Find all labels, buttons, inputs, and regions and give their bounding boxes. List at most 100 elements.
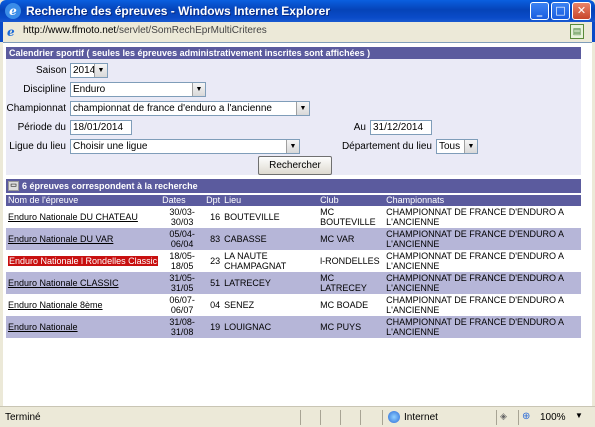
saison-label: Saison <box>36 65 67 76</box>
row-championnats: CHAMPIONNAT DE FRANCE D'ENDURO A L'ANCIE… <box>384 316 581 338</box>
protected-mode-icon[interactable]: ◈ <box>500 411 507 422</box>
zoom-icon[interactable]: ⊕ <box>522 411 530 422</box>
epreuve-link-selected[interactable]: Enduro Nationale l Rondelles Classic <box>8 256 159 266</box>
row-lieu: LATRECEY <box>222 272 319 294</box>
chevron-down-icon: ▼ <box>464 140 477 153</box>
printer-icon[interactable]: ▭ <box>8 181 19 191</box>
results-header: ▭ 6 épreuves correspondent à la recherch… <box>6 179 581 193</box>
row-dates: 06/07-06/07 <box>160 294 205 316</box>
row-lieu: LA NAUTE CHAMPAGNAT <box>222 250 319 272</box>
internet-explorer-icon: e <box>5 3 21 19</box>
row-dpt: 04 <box>204 294 223 316</box>
row-club: MC PUYS <box>318 316 385 338</box>
row-dpt: 83 <box>204 228 223 250</box>
rechercher-button[interactable]: Rechercher <box>258 156 332 175</box>
close-button[interactable]: ✕ <box>572 2 591 20</box>
status-divider <box>382 410 383 425</box>
epreuve-link[interactable]: Enduro Nationale DU VAR <box>8 234 113 244</box>
window-title: Recherche des épreuves - Windows Interne… <box>26 4 330 18</box>
address-bar[interactable]: e http://www.ffmoto.net/servlet/SomRechE… <box>0 22 595 42</box>
row-club: l-RONDELLES <box>318 250 385 272</box>
status-text: Terminé <box>5 412 41 423</box>
chevron-down-icon: ▼ <box>192 83 205 96</box>
row-dpt: 51 <box>204 272 223 294</box>
security-zone: Internet <box>404 412 438 423</box>
chevron-down-icon[interactable]: ▼ <box>575 411 583 420</box>
departement-label: Département du lieu <box>341 141 432 152</box>
col-header-dates: Dates <box>160 195 205 206</box>
periode-label: Période du <box>17 122 66 133</box>
departement-select[interactable]: Tous ▼ <box>436 139 478 154</box>
status-divider <box>518 410 519 425</box>
chevron-down-icon: ▼ <box>94 64 107 77</box>
security-report-icon[interactable]: ▤ <box>570 24 584 39</box>
form-header: Calendrier sportif ( seules les épreuves… <box>6 47 581 59</box>
status-divider <box>320 410 321 425</box>
epreuve-link[interactable]: Enduro Nationale <box>8 322 78 332</box>
address-url[interactable]: http://www.ffmoto.net/servlet/SomRechEpr… <box>23 25 267 36</box>
row-lieu: BOUTEVILLE <box>222 206 319 228</box>
status-divider <box>300 410 301 425</box>
au-label: Au <box>353 122 366 133</box>
table-row: Enduro Nationale DU VAR 05/04-06/04 83 C… <box>6 228 581 250</box>
status-divider <box>360 410 361 425</box>
row-dpt: 23 <box>204 250 223 272</box>
row-lieu: LOUIGNAC <box>222 316 319 338</box>
row-dates: 30/03-30/03 <box>160 206 205 228</box>
results-table: Nom de l'épreuve Dates Dpt Lieu Club Cha… <box>6 195 581 338</box>
table-row: Enduro Nationale 31/08-31/08 19 LOUIGNAC… <box>6 316 581 338</box>
ligue-label: Ligue du lieu <box>9 141 66 152</box>
row-championnats: CHAMPIONNAT DE FRANCE D'ENDURO A L'ANCIE… <box>384 272 581 294</box>
row-lieu: SENEZ <box>222 294 319 316</box>
table-row: Enduro Nationale l Rondelles Classic 18/… <box>6 250 581 272</box>
results-summary: 6 épreuves correspondent à la recherche <box>22 181 198 191</box>
results-table-header: Nom de l'épreuve Dates Dpt Lieu Club Cha… <box>6 195 581 206</box>
epreuve-link[interactable]: Enduro Nationale DU CHATEAU <box>8 212 138 222</box>
discipline-select[interactable]: Enduro ▼ <box>70 82 206 97</box>
table-row: Enduro Nationale 8ème 06/07-06/07 04 SEN… <box>6 294 581 316</box>
epreuve-link[interactable]: Enduro Nationale CLASSIC <box>8 278 119 288</box>
row-dates: 18/05-18/05 <box>160 250 205 272</box>
row-club: MC VAR <box>318 228 385 250</box>
row-championnats: CHAMPIONNAT DE FRANCE D'ENDURO A L'ANCIE… <box>384 228 581 250</box>
col-header-lieu: Lieu <box>222 195 319 206</box>
row-dates: 31/08-31/08 <box>160 316 205 338</box>
col-header-dpt: Dpt <box>204 195 223 206</box>
epreuve-link[interactable]: Enduro Nationale 8ème <box>8 300 103 310</box>
col-header-nom: Nom de l'épreuve <box>6 195 161 206</box>
window-titlebar: e Recherche des épreuves - Windows Inter… <box>0 0 595 22</box>
row-club: MC BOADE <box>318 294 385 316</box>
periode-to-input[interactable]: 31/12/2014 <box>370 120 432 135</box>
col-header-championnats: Championnats <box>384 195 581 206</box>
chevron-down-icon: ▼ <box>296 102 309 115</box>
status-divider <box>496 410 497 425</box>
row-club: MC BOUTEVILLE <box>318 206 385 228</box>
row-championnats: CHAMPIONNAT DE FRANCE D'ENDURO A L'ANCIE… <box>384 294 581 316</box>
table-row: Enduro Nationale CLASSIC 31/05-31/05 51 … <box>6 272 581 294</box>
page-viewport: Calendrier sportif ( seules les épreuves… <box>3 42 592 406</box>
periode-from-input[interactable]: 18/01/2014 <box>70 120 132 135</box>
status-divider <box>340 410 341 425</box>
table-row: Enduro Nationale DU CHATEAU 30/03-30/03 … <box>6 206 581 228</box>
row-dpt: 16 <box>204 206 223 228</box>
internet-zone-icon <box>388 411 400 423</box>
championnat-select[interactable]: championnat de france d'enduro a l'ancie… <box>70 101 310 116</box>
status-bar: Terminé Internet ◈ ⊕ 100% ▼ <box>0 406 595 427</box>
maximize-button[interactable]: □ <box>551 2 570 20</box>
search-form-panel: Calendrier sportif ( seules les épreuves… <box>6 47 581 175</box>
row-dates: 05/04-06/04 <box>160 228 205 250</box>
row-dates: 31/05-31/05 <box>160 272 205 294</box>
championnat-label: Championnat <box>6 103 66 114</box>
page-favicon-icon: e <box>7 25 15 39</box>
row-club: MC LATRECEY <box>318 272 385 294</box>
chevron-down-icon: ▼ <box>286 140 299 153</box>
row-lieu: CABASSE <box>222 228 319 250</box>
row-championnats: CHAMPIONNAT DE FRANCE D'ENDURO A L'ANCIE… <box>384 206 581 228</box>
row-championnats: CHAMPIONNAT DE FRANCE D'ENDURO A L'ANCIE… <box>384 250 581 272</box>
minimize-button[interactable]: _ <box>530 2 549 20</box>
zoom-level[interactable]: 100% <box>540 412 566 423</box>
saison-select[interactable]: 2014 ▼ <box>70 63 108 78</box>
row-dpt: 19 <box>204 316 223 338</box>
ligue-select[interactable]: Choisir une ligue ▼ <box>70 139 300 154</box>
col-header-club: Club <box>318 195 385 206</box>
